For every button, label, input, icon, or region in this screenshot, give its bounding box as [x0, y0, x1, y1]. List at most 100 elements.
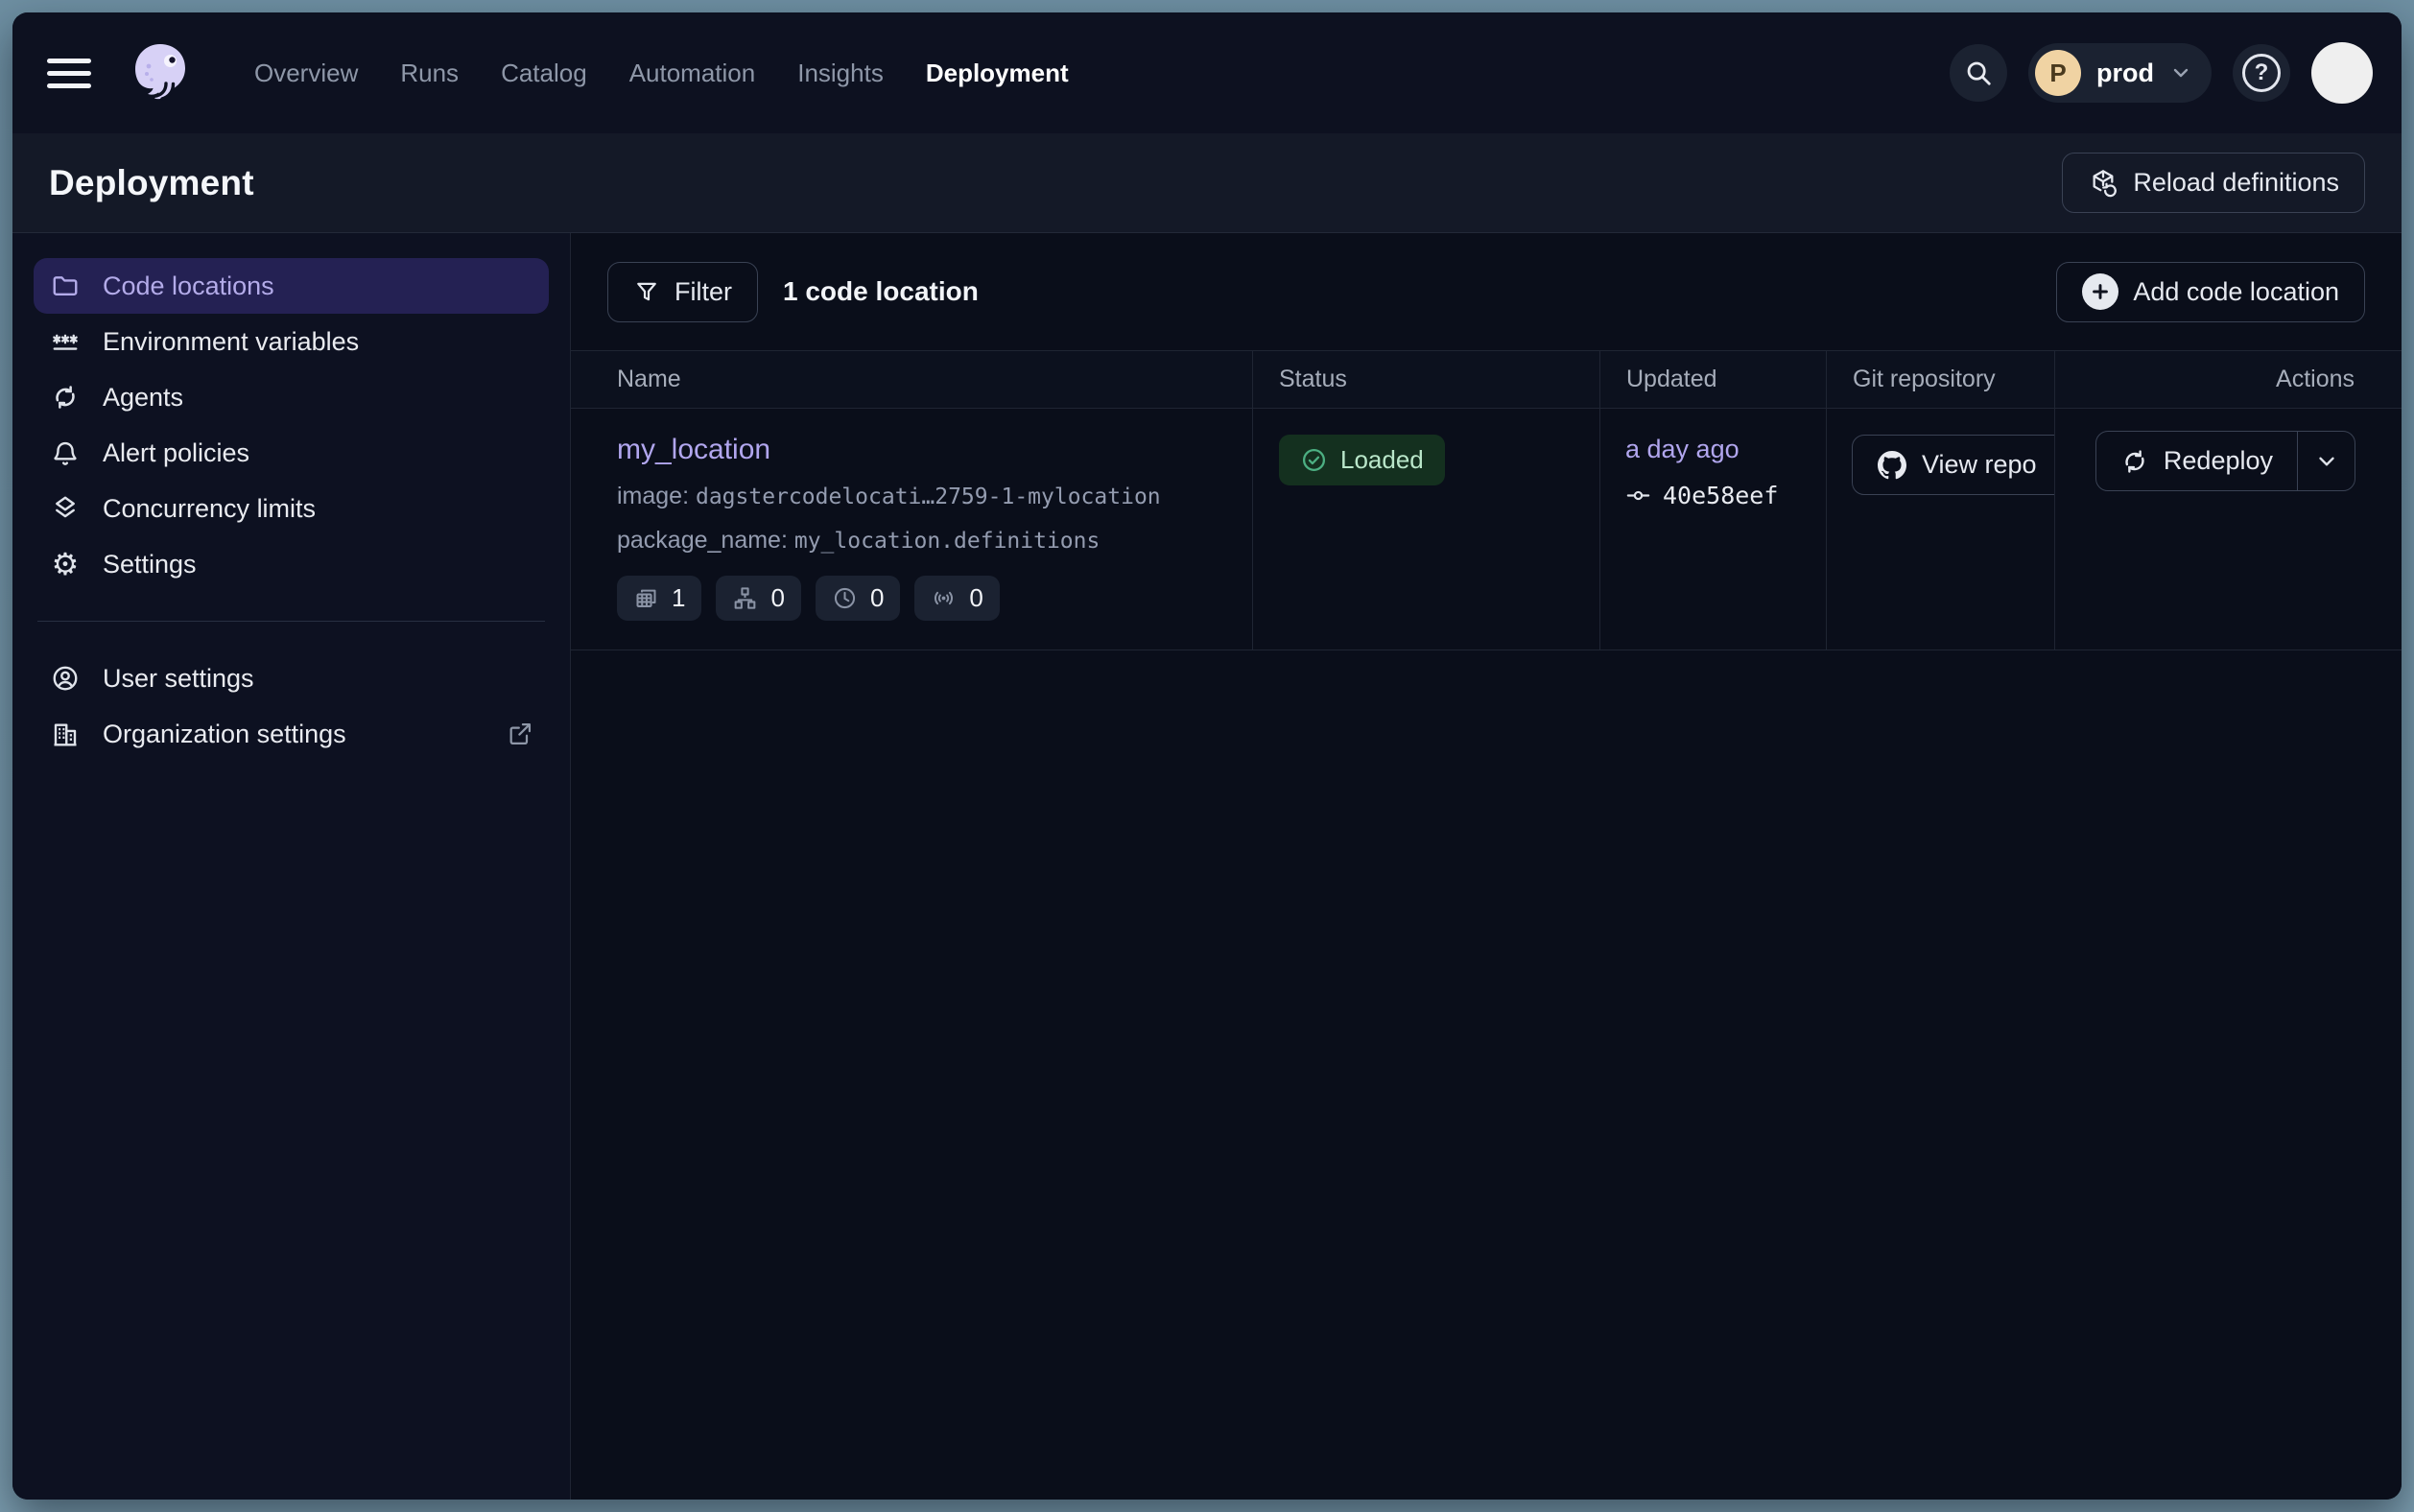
nav-item-runs[interactable]: Runs — [400, 59, 459, 88]
toolbar: Filter 1 code location Add code location — [571, 233, 2402, 350]
redeploy-more-options-button[interactable] — [2297, 432, 2355, 490]
column-header-name: Name — [571, 351, 1253, 408]
schedules-count-badge: 0 — [816, 576, 900, 621]
package-line: package_name: my_location.definitions — [617, 527, 1214, 555]
deployment-avatar: P — [2035, 50, 2081, 96]
nav-item-catalog[interactable]: Catalog — [501, 59, 587, 88]
commit-line: 40e58eef — [1625, 482, 1826, 509]
plus-circle-icon — [2082, 273, 2118, 310]
clock-icon — [832, 585, 858, 611]
sensors-count-badge: 0 — [914, 576, 999, 621]
search-button[interactable] — [1950, 44, 2007, 102]
redeploy-button[interactable]: Redeploy — [2096, 432, 2297, 490]
filter-label: Filter — [674, 277, 732, 307]
chevron-down-icon — [2314, 449, 2339, 474]
sidebar-item-concurrency-limits[interactable]: Concurrency limits — [34, 481, 549, 536]
commit-icon — [1625, 483, 1651, 508]
code-location-name-link[interactable]: my_location — [617, 434, 770, 466]
layers-icon — [49, 492, 82, 525]
sidebar-item-label: User settings — [103, 664, 254, 694]
tables-count-badge: 1 — [617, 576, 701, 621]
jobs-graph-icon — [732, 585, 758, 611]
redeploy-label: Redeploy — [2164, 446, 2273, 476]
sidebar-item-label: Alert policies — [103, 438, 249, 468]
sidebar-item-label: Organization settings — [103, 720, 346, 749]
image-value: dagstercodelocati…2759-1-mylocation — [696, 484, 1161, 509]
gear-icon: ⚙ — [49, 548, 82, 580]
search-icon — [1964, 59, 1993, 87]
code-locations-table: Name Status Updated Git repository Actio… — [571, 350, 2402, 650]
name-cell: my_location image: dagstercodelocati…275… — [571, 409, 1253, 650]
sidebar-item-label: Code locations — [103, 272, 274, 301]
column-header-updated: Updated — [1600, 351, 1827, 408]
reload-definitions-button[interactable]: Reload definitions — [2062, 153, 2365, 213]
jobs-count-badge: 0 — [716, 576, 800, 621]
column-header-git-repository: Git repository — [1827, 351, 2055, 408]
sidebar-item-label: Concurrency limits — [103, 494, 316, 524]
sidebar-item-user-settings[interactable]: User settings — [34, 650, 549, 706]
sidebar-item-settings[interactable]: ⚙ Settings — [34, 536, 549, 592]
add-code-location-button[interactable]: Add code location — [2056, 262, 2365, 322]
sidebar-item-label: Agents — [103, 383, 183, 413]
sidebar-item-label: Settings — [103, 550, 197, 579]
status-label: Loaded — [1340, 445, 1424, 475]
badge-count: 0 — [770, 583, 784, 613]
dagster-logo-icon[interactable] — [128, 40, 193, 106]
badge-count: 0 — [969, 583, 982, 613]
deployment-name: prod — [2096, 59, 2154, 88]
user-circle-icon — [49, 662, 82, 695]
primary-nav: Overview Runs Catalog Automation Insight… — [254, 59, 1069, 88]
sensor-icon — [931, 585, 957, 611]
help-button[interactable]: ? — [2233, 44, 2290, 102]
sidebar-item-agents[interactable]: Agents — [34, 369, 549, 425]
image-line: image: dagstercodelocati…2759-1-mylocati… — [617, 483, 1214, 510]
definition-count-badges: 1 0 — [617, 576, 1214, 621]
sidebar-item-code-locations[interactable]: Code locations — [34, 258, 549, 314]
nav-right-cluster: P prod ? — [1950, 42, 2373, 104]
code-locations-panel: Filter 1 code location Add code location… — [571, 233, 2402, 1500]
nav-item-insights[interactable]: Insights — [797, 59, 884, 88]
external-link-icon — [507, 721, 533, 747]
sidebar-item-alert-policies[interactable]: Alert policies — [34, 425, 549, 481]
desktop-backdrop: Overview Runs Catalog Automation Insight… — [0, 0, 2414, 1512]
sidebar-item-environment-variables[interactable]: Environment variables — [34, 314, 549, 369]
nav-item-automation[interactable]: Automation — [629, 59, 756, 88]
help-icon: ? — [2242, 54, 2281, 92]
user-avatar[interactable] — [2311, 42, 2373, 104]
tables-icon — [633, 585, 659, 611]
deployment-switcher[interactable]: P prod — [2028, 43, 2212, 103]
table-row: my_location image: dagstercodelocati…275… — [571, 409, 2402, 650]
view-repo-button[interactable]: View repo — [1852, 435, 2055, 495]
package-value: my_location.definitions — [794, 529, 1100, 554]
updated-time-link[interactable]: a day ago — [1625, 435, 1740, 463]
actions-cell: Redeploy — [2055, 409, 2402, 650]
deployment-sidebar: Code locations Environment variables — [12, 233, 571, 1500]
reload-definitions-label: Reload definitions — [2133, 168, 2339, 198]
page-header: Deployment Reload definitions — [12, 133, 2402, 233]
folder-icon — [49, 270, 82, 302]
filter-icon — [633, 278, 660, 305]
filter-button[interactable]: Filter — [607, 262, 758, 322]
view-repo-label: View repo — [1922, 450, 2037, 480]
sidebar-item-organization-settings[interactable]: Organization settings — [34, 706, 549, 762]
top-navigation: Overview Runs Catalog Automation Insight… — [12, 12, 2402, 133]
commit-hash: 40e58eef — [1663, 482, 1778, 509]
page-title: Deployment — [49, 163, 254, 203]
code-location-count: 1 code location — [783, 276, 979, 307]
hamburger-menu-icon[interactable] — [47, 51, 91, 95]
nav-item-overview[interactable]: Overview — [254, 59, 358, 88]
redeploy-split-button: Redeploy — [2095, 431, 2355, 491]
status-cell: Loaded — [1253, 409, 1600, 650]
agents-sync-icon — [49, 381, 82, 413]
redeploy-sync-icon — [2120, 447, 2149, 476]
sidebar-item-label: Environment variables — [103, 327, 359, 357]
check-circle-icon — [1300, 446, 1328, 474]
badge-count: 1 — [672, 583, 685, 613]
nav-item-deployment[interactable]: Deployment — [926, 59, 1069, 88]
chevron-down-icon — [2169, 61, 2192, 84]
updated-cell: a day ago 40e58eef — [1600, 409, 1827, 650]
table-header-row: Name Status Updated Git repository Actio… — [571, 351, 2402, 409]
status-badge: Loaded — [1279, 435, 1445, 485]
organization-building-icon — [49, 718, 82, 750]
git-repository-cell: View repo — [1827, 409, 2055, 650]
